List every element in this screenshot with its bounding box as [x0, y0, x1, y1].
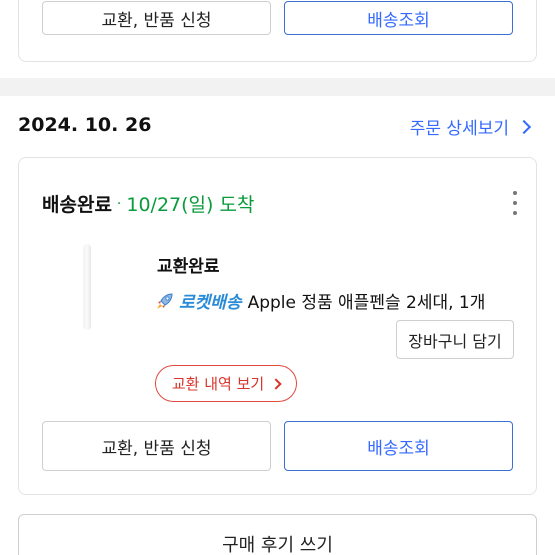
order-date-row: 2024. 10. 26 주문 상세보기	[18, 112, 537, 142]
previous-order-card: 교환, 반품 신청 배송조회	[18, 0, 537, 62]
product-name[interactable]: Apple 정품 애플펜슬 2세대, 1개	[248, 288, 486, 313]
tracking-button[interactable]: 배송조회	[284, 1, 513, 35]
tracking-button[interactable]: 배송조회	[284, 421, 513, 471]
rocket-delivery-label: 로켓배송	[179, 293, 242, 313]
delivery-status: 배송완료	[42, 194, 112, 216]
product-title-row[interactable]: 로켓배송 Apple 정품 애플펜슬 2세대, 1개	[155, 288, 485, 313]
status-separator: ·	[116, 195, 122, 212]
order-detail-label: 주문 상세보기	[409, 119, 509, 139]
more-vertical-icon[interactable]	[512, 191, 518, 215]
exchange-status: 교환완료	[157, 257, 220, 277]
rocket-icon	[157, 292, 173, 309]
section-divider	[0, 78, 555, 96]
exchange-return-button[interactable]: 교환, 반품 신청	[42, 421, 271, 471]
chevron-right-icon	[270, 377, 282, 390]
delivery-status-row: 배송완료 · 10/27(일) 도착	[42, 190, 254, 217]
order-detail-link[interactable]: 주문 상세보기	[409, 114, 532, 139]
order-list-page: 교환, 반품 신청 배송조회 2024. 10. 26 주문 상세보기 배송완료…	[0, 0, 555, 555]
product-image[interactable]	[83, 244, 91, 330]
exchange-detail-button[interactable]: 교환 내역 보기	[155, 365, 297, 402]
exchange-return-button[interactable]: 교환, 반품 신청	[42, 1, 271, 35]
exchange-detail-label: 교환 내역 보기	[171, 375, 265, 393]
write-review-button[interactable]: 구매 후기 쓰기	[18, 514, 537, 555]
arrival-date: 10/27(일) 도착	[126, 194, 255, 216]
add-to-cart-button[interactable]: 장바구니 담기	[396, 320, 514, 359]
order-card: 배송완료 · 10/27(일) 도착 교환완료 로켓배송 Apple 정품 애플…	[18, 157, 537, 495]
order-date: 2024. 10. 26	[18, 114, 152, 136]
chevron-right-icon	[516, 119, 532, 134]
